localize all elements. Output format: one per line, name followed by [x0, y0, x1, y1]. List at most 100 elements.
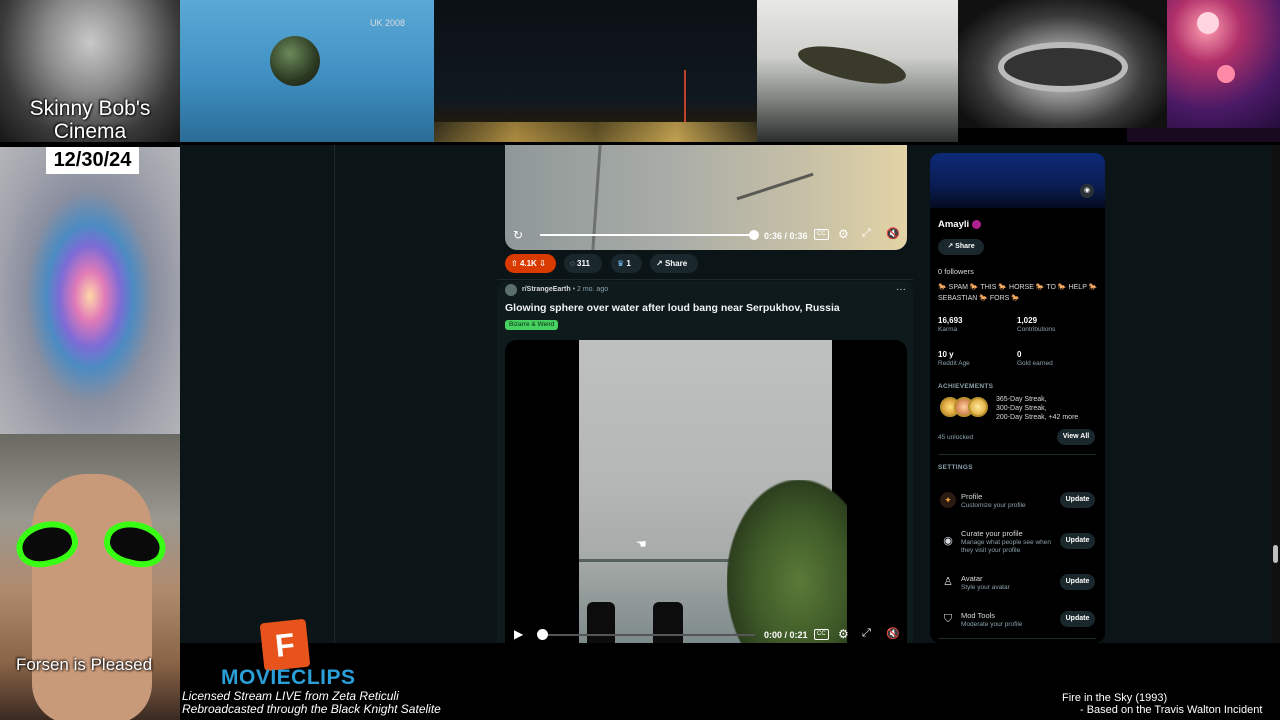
post2-video[interactable]	[505, 340, 907, 643]
page-scrollbar[interactable]	[1271, 145, 1280, 643]
settings-gear-icon[interactable]: ⚙	[838, 227, 849, 241]
shield-icon: ⛉	[943, 613, 953, 625]
setting-desc: Moderate your profile	[961, 621, 1023, 628]
gold-value: 0	[1017, 350, 1022, 359]
fullscreen-icon[interactable]: ⤢	[862, 227, 871, 240]
movieclips-brand: MOVIECLIPS	[221, 666, 356, 689]
contributions-value: 1,029	[1017, 316, 1038, 325]
post2-seek-handle[interactable]	[537, 629, 548, 640]
scrollbar-thumb[interactable]	[1273, 545, 1278, 563]
post2-title[interactable]: Glowing sphere over water after loud ban…	[505, 302, 840, 314]
thumbnail-strip: UK 2008	[0, 0, 1280, 142]
post2-flair[interactable]: Bizarre & Weird	[505, 320, 559, 330]
mute-icon[interactable]: 🔇	[886, 227, 900, 240]
gold-label: Gold earned	[1017, 360, 1053, 367]
ufo-shape	[795, 38, 909, 92]
comment-icon: ◌	[570, 259, 575, 268]
thumbnail-ufo-water	[757, 0, 958, 142]
mouse-cursor-icon: ☚	[636, 537, 647, 551]
captions-icon[interactable]: CC	[814, 229, 829, 240]
achievement-line: 365-Day Streak,	[996, 396, 1047, 403]
setting-desc: Customize your profile	[961, 502, 1026, 509]
setting-title: Mod Tools	[961, 611, 996, 620]
play-icon[interactable]: ▶	[514, 627, 523, 641]
thumbnail-watermark: UK 2008	[370, 18, 406, 28]
profile-banner	[930, 153, 1105, 208]
update-avatar-button[interactable]: Update	[1060, 574, 1095, 590]
vote-count: 4.1K	[519, 259, 537, 268]
webcam-panel	[0, 434, 180, 720]
karma-value: 16,693	[938, 316, 963, 325]
followers-count[interactable]: 0 followers	[938, 267, 974, 276]
post2-time: 0:00 / 0:21	[764, 630, 808, 640]
share-label: Share	[664, 259, 688, 268]
setting-title: Avatar	[961, 574, 983, 583]
left-rail-divider	[334, 145, 335, 643]
captions-icon[interactable]: CC	[814, 629, 829, 640]
share-button[interactable]: ↗ Share	[650, 254, 698, 273]
downvote-icon[interactable]: ⇩	[539, 259, 546, 268]
award-icon: ♛	[617, 259, 625, 268]
webcam-face	[32, 474, 152, 720]
post1-time: 0:36 / 0:36	[764, 231, 808, 241]
achievement-line: 200-Day Streak, +42 more	[996, 414, 1079, 421]
stream-date: 12/30/24	[46, 147, 139, 174]
camera-icon[interactable]: ◉	[1080, 184, 1094, 198]
webcam-caption: Forsen is Pleased	[15, 655, 153, 674]
post-age: 2 mo. ago	[576, 286, 609, 293]
licensed-line: Rebroadcasted through the Black Knight S…	[182, 702, 441, 716]
snoo-badge-icon	[972, 220, 981, 229]
replay-icon[interactable]: ↻	[513, 228, 523, 242]
karma-label: Karma	[938, 326, 958, 333]
award-button[interactable]: ♛ 1	[611, 254, 642, 273]
radio-tower	[684, 70, 686, 122]
reddit-age-label: Reddit Age	[938, 360, 970, 367]
more-options-icon[interactable]: ···	[896, 284, 906, 295]
upvote-icon[interactable]: ⇧	[511, 259, 518, 268]
movieclips-logo-icon: F	[259, 618, 311, 672]
fullscreen-icon[interactable]: ⤢	[862, 627, 871, 640]
achievements-heading: ACHIEVEMENTS	[938, 383, 994, 390]
update-curate-button[interactable]: Update	[1060, 533, 1095, 549]
video-antenna	[736, 172, 814, 201]
profile-bio: 🐎 SPAM 🐎 THIS 🐎 HORSE 🐎 TO 🐎 HELP 🐎 SEBA…	[938, 284, 1098, 302]
video-chair	[587, 602, 615, 643]
view-all-button[interactable]: View All	[1057, 429, 1095, 445]
reddit-age-value: 10 y	[938, 350, 954, 359]
update-profile-button[interactable]: Update	[1060, 492, 1095, 508]
post2-meta: r/StrangeEarth • 2 mo. ago	[522, 286, 608, 293]
profile-divider	[938, 638, 1096, 639]
profile-avatar-icon: ✦	[940, 492, 956, 508]
update-mod-tools-button[interactable]: Update	[1060, 611, 1095, 627]
movie-subtitle: - Based on the Travis Walton Incident	[1080, 704, 1263, 716]
achievement-line: 300-Day Streak,	[996, 405, 1047, 412]
subreddit-name[interactable]: r/StrangeEarth	[522, 286, 571, 293]
settings-gear-icon[interactable]: ⚙	[838, 627, 849, 641]
trophy-icon[interactable]	[968, 397, 988, 417]
achievements-unlocked: 45 unlocked	[938, 434, 974, 441]
setting-title: Profile	[961, 492, 983, 501]
vote-button[interactable]: ⇧ 4.1K ⇩	[505, 254, 556, 273]
share-icon: ↗	[656, 259, 663, 268]
thumbnail-night-city	[434, 0, 757, 142]
subreddit-avatar[interactable]	[505, 284, 517, 296]
setting-desc: Style your avatar	[961, 584, 1010, 591]
profile-share-button[interactable]: ↗ Share	[938, 239, 984, 255]
contributions-label: Contributions	[1017, 326, 1056, 333]
mute-icon[interactable]: 🔇	[886, 627, 900, 640]
saucer-shape	[998, 42, 1128, 92]
comments-button[interactable]: ◌ 311	[564, 254, 602, 273]
video-trees	[727, 480, 847, 643]
post1-seek-handle[interactable]	[749, 230, 759, 240]
light-orb	[1197, 12, 1219, 34]
profile-username: Amayli	[938, 219, 970, 230]
licensed-stream-text: Licensed Stream LIVE from Zeta Reticuli …	[182, 690, 441, 716]
setting-desc: Manage what people see when they visit y…	[961, 539, 1051, 554]
post2-seek-bar[interactable]	[541, 634, 755, 636]
share-icon: ↗	[947, 243, 956, 250]
profile-divider	[938, 454, 1096, 455]
eye-icon: ◉	[943, 535, 953, 547]
movie-title: Fire in the Sky (1993)	[1062, 692, 1168, 704]
movie-credit: Fire in the Sky (1993) - Based on the Tr…	[1062, 692, 1262, 716]
post1-seek-bar[interactable]	[540, 234, 754, 236]
